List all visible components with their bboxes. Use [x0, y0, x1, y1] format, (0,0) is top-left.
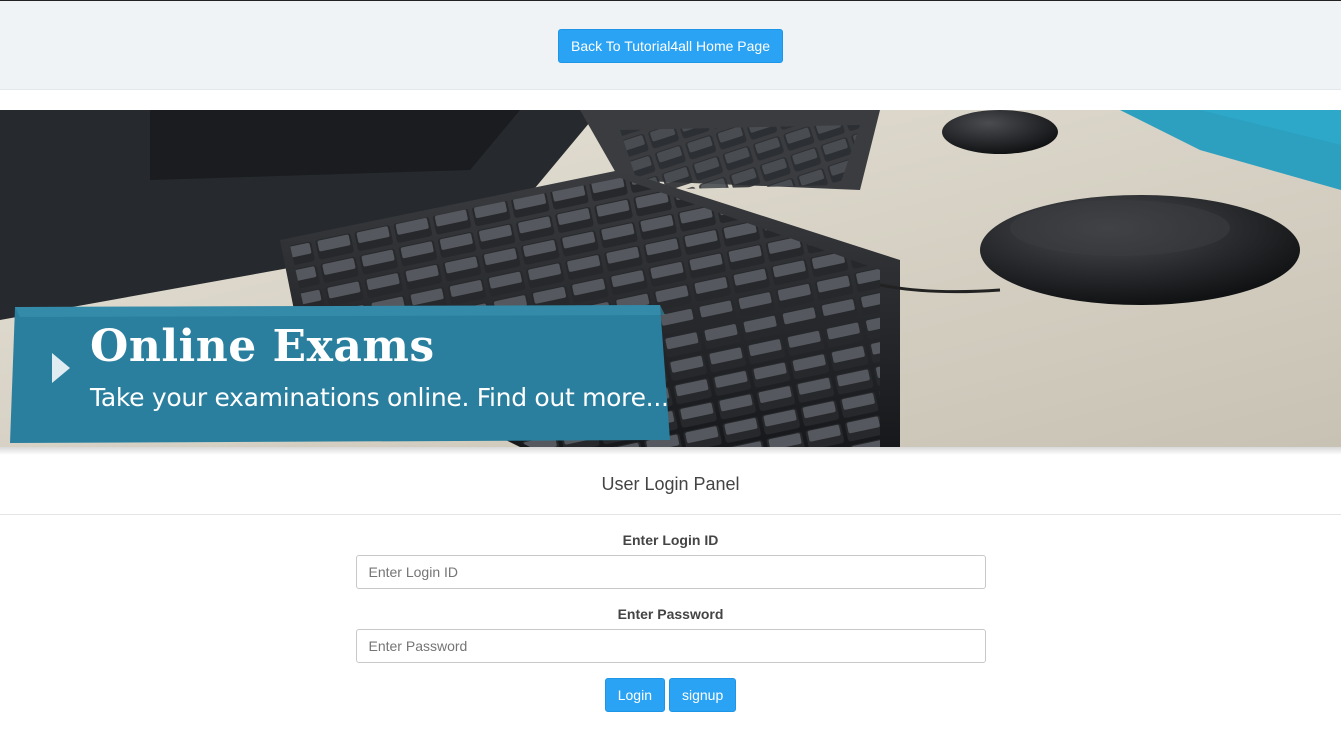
top-bar: Back To Tutorial4all Home Page	[0, 1, 1341, 90]
password-label: Enter Password	[617, 606, 724, 622]
banner-shadow	[0, 447, 1341, 455]
form-actions: Login signup	[356, 678, 986, 712]
hero-banner: Online Exams Take your examinations onli…	[0, 110, 1341, 447]
back-home-button[interactable]: Back To Tutorial4all Home Page	[558, 29, 783, 63]
login-id-label: Enter Login ID	[622, 532, 719, 548]
panel-title: User Login Panel	[0, 455, 1341, 515]
banner-subtitle: Take your examinations online. Find out …	[90, 383, 669, 412]
login-id-group: Enter Login ID	[355, 532, 986, 589]
login-form: Enter Login ID Enter Password Login sign…	[355, 515, 986, 712]
banner-caption: Online Exams Take your examinations onli…	[90, 321, 669, 413]
banner-title: Online Exams	[90, 321, 435, 372]
password-group: Enter Password	[355, 606, 986, 663]
signup-button[interactable]: signup	[669, 678, 737, 712]
password-input[interactable]	[355, 629, 986, 663]
spacer	[0, 90, 1341, 110]
login-button[interactable]: Login	[604, 678, 665, 712]
login-id-input[interactable]	[355, 555, 986, 589]
